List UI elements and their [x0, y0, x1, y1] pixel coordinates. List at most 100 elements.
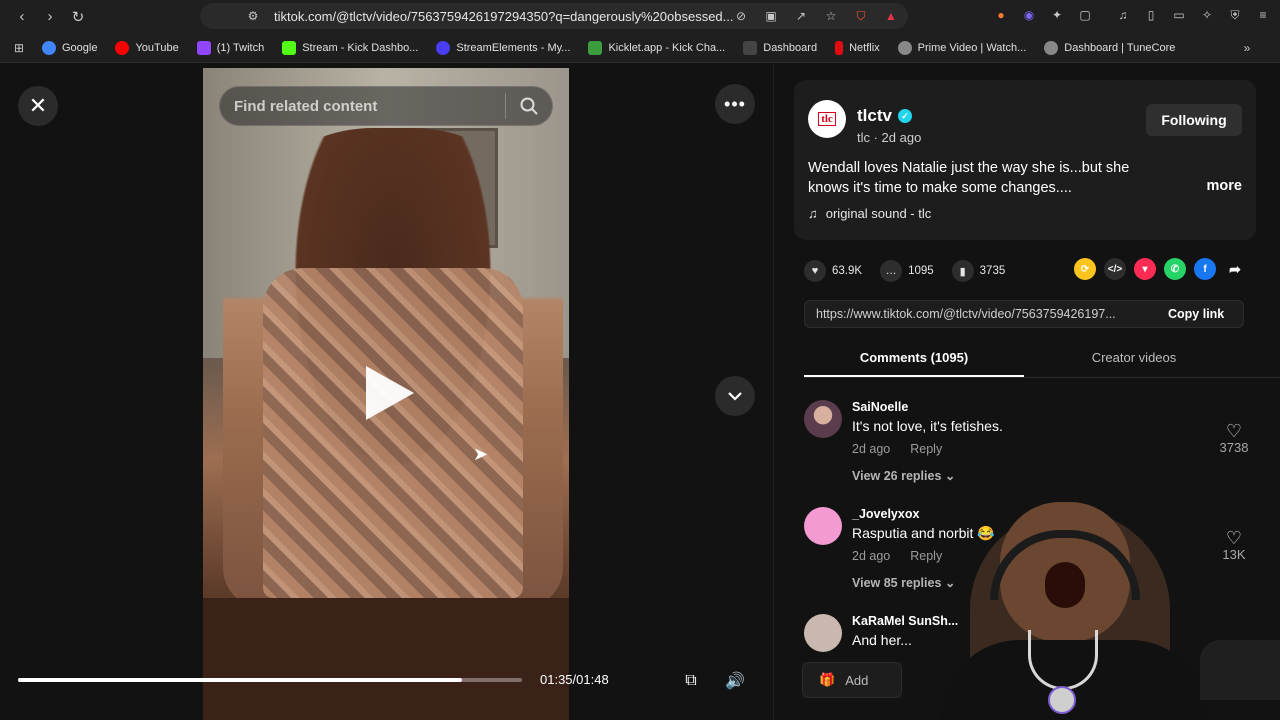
- address-bar[interactable]: ⚙ tiktok.com/@tlctv/video/75637594261972…: [200, 3, 908, 29]
- webcam-overlay: [880, 490, 1280, 720]
- star-icon[interactable]: ☆: [822, 7, 840, 25]
- brave-rewards-icon[interactable]: ▲: [882, 7, 900, 25]
- send-icon[interactable]: ▾: [1134, 258, 1156, 280]
- avatar[interactable]: [804, 507, 842, 545]
- comment-tabs: Comments (1095) Creator videos: [804, 346, 1280, 378]
- whatsapp-icon[interactable]: ✆: [1164, 258, 1186, 280]
- mouse-cursor-icon: ➤: [473, 444, 489, 464]
- avatar[interactable]: [804, 614, 842, 652]
- bookmark-twitch[interactable]: (1) Twitch: [196, 40, 264, 55]
- forward-icon[interactable]: ›: [36, 3, 64, 31]
- video-progress-bar[interactable]: [18, 678, 522, 682]
- gift-icon: 🎁: [819, 672, 836, 687]
- facebook-icon[interactable]: f: [1194, 258, 1216, 280]
- copy-link-button[interactable]: Copy link: [1168, 307, 1224, 321]
- bookmark-prime-video[interactable]: Prime Video | Watch...: [897, 40, 1026, 55]
- music-note-icon: ♫: [808, 206, 818, 221]
- comment-button[interactable]: … 1095: [880, 260, 934, 282]
- engagement-stats: ♥ 63.9K … 1095 ▮ 3735: [804, 260, 1023, 282]
- heart-outline-icon: ♡: [1225, 421, 1243, 441]
- chevron-down-icon[interactable]: [715, 376, 755, 416]
- tab-creator-videos[interactable]: Creator videos: [1024, 346, 1244, 377]
- bookmark-tunecore[interactable]: Dashboard | TuneCore: [1044, 40, 1175, 55]
- globe-icon: [897, 40, 912, 55]
- like-button[interactable]: ♥ 63.9K: [804, 260, 862, 282]
- share-buttons: ⟳ </> ▾ ✆ f ➦: [1074, 258, 1246, 280]
- netflix-icon: [835, 40, 844, 55]
- avatar[interactable]: tlc: [808, 100, 846, 138]
- embed-icon[interactable]: </>: [1104, 258, 1126, 280]
- video-player[interactable]: Find related content ➤: [203, 68, 569, 720]
- video-time: 01:35/01:48: [540, 672, 609, 687]
- kicklet-icon: [588, 40, 603, 55]
- bookmark-streamelements[interactable]: StreamElements - My...: [436, 40, 570, 55]
- bookmark-kicklet[interactable]: Kicklet.app - Kick Cha...: [588, 40, 725, 55]
- bookmark-youtube[interactable]: YouTube: [115, 40, 179, 55]
- tlc-logo: tlc: [818, 112, 836, 126]
- search-placeholder: Find related content: [234, 97, 378, 115]
- repost-icon[interactable]: ⟳: [1074, 258, 1096, 280]
- tab-comments[interactable]: Comments (1095): [804, 346, 1024, 377]
- cast-icon[interactable]: ⊘: [732, 7, 750, 25]
- verified-icon: ✓: [897, 109, 912, 123]
- comment-icon: …: [880, 260, 903, 282]
- menu-icon[interactable]: ≡: [1254, 6, 1272, 24]
- share-arrow-icon[interactable]: ➦: [1224, 258, 1246, 280]
- apps-grid-icon[interactable]: ⊞: [10, 39, 28, 57]
- bookmarks-bar: ⊞ Google YouTube (1) Twitch Stream - Kic…: [0, 33, 1280, 63]
- brave-shield-icon[interactable]: ⛉: [852, 7, 870, 25]
- sound-link[interactable]: ♫ original sound - tlc: [808, 206, 931, 221]
- more-options-icon[interactable]: •••: [715, 84, 755, 124]
- pip-icon[interactable]: ⧉: [676, 668, 706, 694]
- more-bookmarks-icon[interactable]: »: [1238, 39, 1256, 57]
- comment-meta: 2d ago Reply: [852, 442, 943, 456]
- bookmark-kick[interactable]: Stream - Kick Dashbo...: [282, 40, 418, 55]
- play-icon[interactable]: [366, 366, 414, 420]
- extensions-puzzle-icon[interactable]: ✦: [1048, 6, 1066, 24]
- extension-icon-2[interactable]: ◉: [1020, 6, 1038, 24]
- install-icon[interactable]: ▣: [762, 7, 780, 25]
- save-button[interactable]: ▮ 3735: [951, 260, 1005, 282]
- twitch-icon: [196, 40, 211, 55]
- share-icon[interactable]: ↗: [792, 7, 810, 25]
- dashboard-icon: [743, 40, 758, 55]
- video-stage: ✕ Find related content ➤ ••• 01:35/01:48…: [0, 64, 773, 720]
- copy-link-box: https://www.tiktok.com/@tlctv/video/7563…: [804, 300, 1244, 328]
- kick-icon: [282, 40, 297, 55]
- vpn-icon[interactable]: ⛨: [1226, 6, 1244, 24]
- view-replies-link[interactable]: View 26 replies ⌄: [852, 468, 955, 483]
- comment-text: It's not love, it's fetishes.: [852, 418, 1003, 434]
- bookmark-icon: ▮: [951, 260, 974, 282]
- comment-like-button[interactable]: ♡ 3738: [1214, 422, 1254, 455]
- extension-icon-1[interactable]: ●: [992, 6, 1010, 24]
- volume-icon[interactable]: 🔊: [720, 668, 750, 694]
- video-link[interactable]: https://www.tiktok.com/@tlctv/video/7563…: [816, 307, 1152, 321]
- more-link[interactable]: more: [1207, 178, 1242, 194]
- avatar[interactable]: [804, 400, 842, 438]
- screenshot-icon[interactable]: ▢: [1076, 6, 1094, 24]
- related-search-input[interactable]: Find related content: [219, 86, 553, 126]
- microphone: [1200, 640, 1280, 700]
- bookmark-google[interactable]: Google: [42, 40, 97, 55]
- wallet-icon[interactable]: ▭: [1170, 6, 1188, 24]
- username[interactable]: tlctv ✓: [857, 106, 912, 126]
- comment-author[interactable]: SaiNoelle: [852, 400, 908, 414]
- reply-link[interactable]: Reply: [910, 442, 942, 456]
- site-info-icon[interactable]: ⚙: [244, 7, 262, 25]
- reload-icon[interactable]: ↻: [64, 3, 92, 31]
- search-icon[interactable]: [506, 86, 552, 126]
- video-table: [203, 598, 569, 720]
- url-text[interactable]: tiktok.com/@tlctv/video/7563759426197294…: [274, 9, 734, 24]
- leo-icon[interactable]: ✧: [1198, 6, 1216, 24]
- sidebar-icon[interactable]: ▯: [1142, 6, 1160, 24]
- music-icon[interactable]: ♫: [1114, 6, 1132, 24]
- heart-icon: ♥: [804, 260, 826, 282]
- close-icon[interactable]: ✕: [18, 86, 58, 126]
- google-icon: [42, 40, 56, 55]
- following-button[interactable]: Following: [1146, 104, 1242, 136]
- bookmark-netflix[interactable]: Netflix: [835, 40, 880, 55]
- globe-icon: [1044, 40, 1059, 55]
- bookmark-dashboard[interactable]: Dashboard: [743, 40, 817, 55]
- back-icon[interactable]: ‹: [8, 3, 36, 31]
- pendant: [1048, 686, 1076, 714]
